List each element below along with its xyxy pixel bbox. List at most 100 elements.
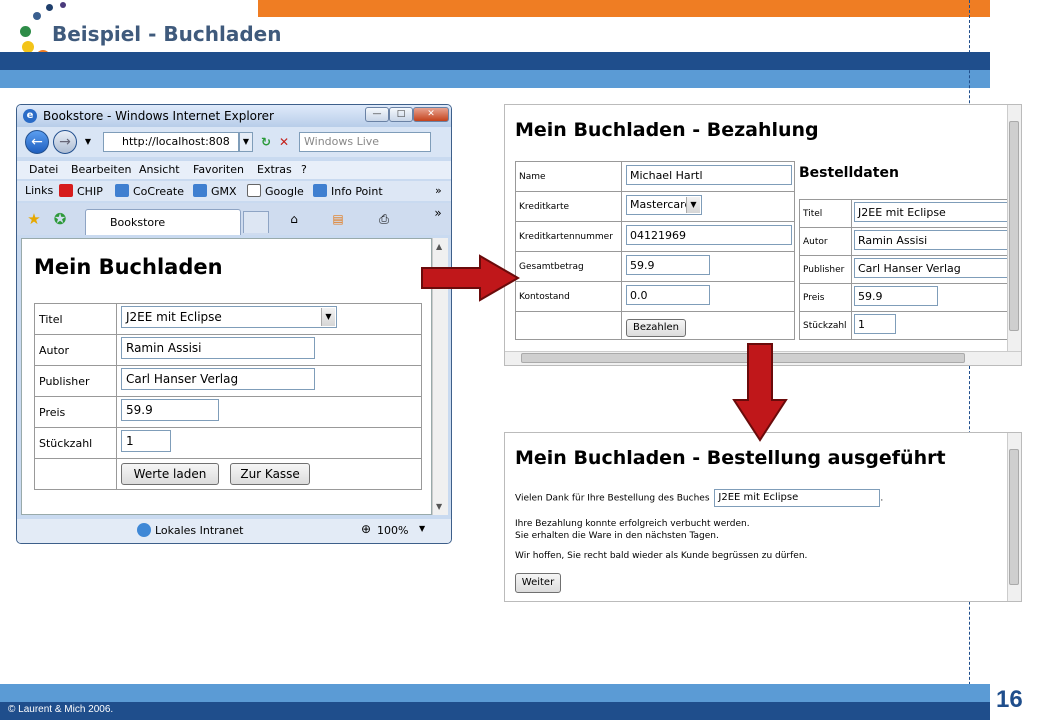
light-header-bar bbox=[0, 70, 990, 88]
order-label-publisher: Publisher bbox=[799, 255, 852, 284]
chip-icon bbox=[59, 184, 73, 197]
weiter-button[interactable]: Weiter bbox=[515, 573, 561, 593]
publisher-input[interactable]: Carl Hanser Verlag bbox=[121, 368, 315, 390]
order-autor-field[interactable]: Ramin Assisi bbox=[854, 229, 1010, 250]
kontostand-input[interactable]: 0.0 bbox=[626, 284, 710, 305]
label-name: Name bbox=[515, 161, 622, 192]
shop-heading: Mein Buchladen bbox=[34, 255, 223, 279]
preis-input[interactable]: 59.9 bbox=[121, 399, 219, 421]
link-google[interactable]: Google bbox=[247, 184, 304, 198]
footer-navy-bar bbox=[0, 702, 990, 720]
scroll-thumb[interactable] bbox=[1009, 121, 1019, 331]
order-titel-field[interactable]: J2EE mit Eclipse bbox=[854, 201, 1010, 222]
google-icon bbox=[247, 184, 261, 197]
payment-vertical-scrollbar[interactable] bbox=[1007, 105, 1021, 351]
print-icon[interactable]: ⎙ bbox=[375, 211, 393, 227]
link-gmx[interactable]: GMX bbox=[193, 184, 237, 198]
browser-window: e Bookstore - Windows Internet Explorer … bbox=[16, 104, 452, 544]
stop-icon[interactable]: ✕ bbox=[275, 134, 293, 150]
slide-title: Beispiel - Buchladen bbox=[52, 22, 282, 46]
stueckzahl-input[interactable]: 1 bbox=[121, 430, 171, 452]
book-form: Titel J2EE mit Eclipse ▼ Autor Ramin Ass… bbox=[34, 303, 422, 490]
navy-header-bar bbox=[0, 52, 990, 70]
farewell-text: Wir hoffen, Sie recht bald wieder als Ku… bbox=[515, 551, 808, 561]
menu-item-ansicht[interactable]: Ansicht bbox=[139, 163, 180, 176]
order-heading: Bestelldaten bbox=[799, 165, 899, 181]
menu-item-help[interactable]: ? bbox=[301, 163, 307, 176]
titel-select[interactable]: J2EE mit Eclipse ▼ bbox=[121, 306, 337, 328]
label-autor: Autor bbox=[34, 334, 117, 366]
flow-arrow-right bbox=[421, 254, 520, 302]
menu-item-favoriten[interactable]: Favoriten bbox=[193, 163, 244, 176]
address-dropdown-button[interactable]: ▼ bbox=[239, 132, 253, 152]
zoom-level[interactable]: 100% bbox=[377, 524, 408, 537]
minimize-button[interactable]: — bbox=[365, 107, 389, 122]
menu-item-extras[interactable]: Extras bbox=[257, 163, 292, 176]
status-zone-text: Lokales Intranet bbox=[155, 524, 244, 537]
confirmation-heading: Mein Buchladen - Bestellung ausgeführt bbox=[515, 447, 946, 469]
copyright-text: © Laurent & Mich 2006. bbox=[8, 704, 114, 715]
browser-window-title: Bookstore - Windows Internet Explorer bbox=[43, 109, 274, 123]
favorites-star-icon[interactable]: ★ bbox=[25, 211, 43, 227]
search-input[interactable]: Windows Live bbox=[299, 132, 431, 152]
payment-form: Name Michael Hartl Kreditkarte Mastercar… bbox=[515, 161, 795, 340]
back-button[interactable]: ← bbox=[25, 130, 49, 154]
payment-success-text: Ihre Bezahlung konnte erfolgreich verbuc… bbox=[515, 519, 750, 529]
menu-item-datei[interactable]: Datei bbox=[29, 163, 58, 176]
kreditkartennummer-input[interactable]: 04121969 bbox=[626, 224, 792, 245]
address-input[interactable]: http://localhost:808 bbox=[103, 132, 239, 152]
confirmation-vertical-scrollbar[interactable] bbox=[1007, 433, 1021, 601]
new-tab-button[interactable] bbox=[243, 211, 269, 233]
scroll-thumb[interactable] bbox=[1009, 449, 1019, 585]
forward-button[interactable]: → bbox=[53, 130, 77, 154]
name-input[interactable]: Michael Hartl bbox=[626, 164, 792, 185]
zoom-dropdown-icon[interactable]: ▼ bbox=[419, 524, 425, 533]
links-overflow-icon[interactable]: » bbox=[435, 184, 442, 197]
order-label-autor: Autor bbox=[799, 227, 852, 256]
order-publisher-field[interactable]: Carl Hanser Verlag bbox=[854, 257, 1010, 278]
payment-heading: Mein Buchladen - Bezahlung bbox=[515, 119, 819, 141]
link-cocreate[interactable]: CoCreate bbox=[115, 184, 184, 198]
bezahlen-button[interactable]: Bezahlen bbox=[626, 318, 686, 337]
feeds-icon[interactable]: ▤ bbox=[329, 211, 347, 227]
gesamtbetrag-input[interactable]: 59.9 bbox=[626, 254, 710, 275]
label-titel: Titel bbox=[34, 303, 117, 335]
refresh-icon[interactable]: ↻ bbox=[257, 134, 275, 150]
label-publisher: Publisher bbox=[34, 365, 117, 397]
order-stueckzahl-field[interactable]: 1 bbox=[854, 313, 896, 334]
add-favorite-icon[interactable]: ✪ bbox=[51, 211, 69, 227]
order-table: Titel J2EE mit Eclipse Autor Ramin Assis… bbox=[799, 199, 1011, 340]
links-label: Links bbox=[25, 184, 54, 197]
flow-arrow-down bbox=[732, 343, 788, 442]
tab-bookstore[interactable]: Bookstore bbox=[85, 209, 241, 235]
kreditkarte-select[interactable]: Mastercard ▼ bbox=[626, 194, 702, 215]
browser-content: Mein Buchladen Titel J2EE mit Eclipse ▼ … bbox=[21, 238, 432, 515]
history-dropdown-icon[interactable]: ▼ bbox=[79, 134, 97, 150]
order-preis-field[interactable]: 59.9 bbox=[854, 285, 938, 306]
label-gesamtbetrag: Gesamtbetrag bbox=[515, 251, 622, 282]
order-label-stueckzahl: Stückzahl bbox=[799, 311, 852, 340]
address-toolbar: ← → ▼ http://localhost:808 ▼ ↻ ✕ Windows… bbox=[17, 127, 451, 157]
footer-light-bar bbox=[0, 684, 990, 702]
toolbar-overflow-icon[interactable]: » bbox=[429, 205, 447, 221]
home-icon[interactable]: ⌂ bbox=[285, 211, 303, 227]
menu-bar: Datei Bearbeiten Ansicht Favoriten Extra… bbox=[17, 161, 451, 179]
label-kreditkartennummer: Kreditkartennummer bbox=[515, 221, 622, 252]
maximize-button[interactable]: □ bbox=[389, 107, 413, 122]
label-stueckzahl: Stückzahl bbox=[34, 427, 117, 459]
order-label-preis: Preis bbox=[799, 283, 852, 312]
order-label-titel: Titel bbox=[799, 199, 852, 228]
autor-input[interactable]: Ramin Assisi bbox=[121, 337, 315, 359]
book-title-field[interactable]: J2EE mit Eclipse bbox=[714, 489, 881, 507]
link-info-point[interactable]: Info Point bbox=[313, 184, 383, 198]
browser-titlebar: e Bookstore - Windows Internet Explorer … bbox=[17, 105, 451, 127]
ie-page-icon bbox=[115, 184, 129, 197]
chevron-down-icon: ▼ bbox=[321, 308, 335, 326]
menu-item-bearbeiten[interactable]: Bearbeiten bbox=[71, 163, 131, 176]
links-bar: Links CHIP CoCreate GMX Google Info Poin… bbox=[17, 181, 451, 201]
zur-kasse-button[interactable]: Zur Kasse bbox=[230, 463, 311, 485]
close-window-button[interactable]: ✕ bbox=[413, 107, 449, 122]
werte-laden-button[interactable]: Werte laden bbox=[121, 463, 219, 485]
orange-header-bar bbox=[258, 0, 990, 17]
link-chip[interactable]: CHIP bbox=[59, 184, 103, 198]
